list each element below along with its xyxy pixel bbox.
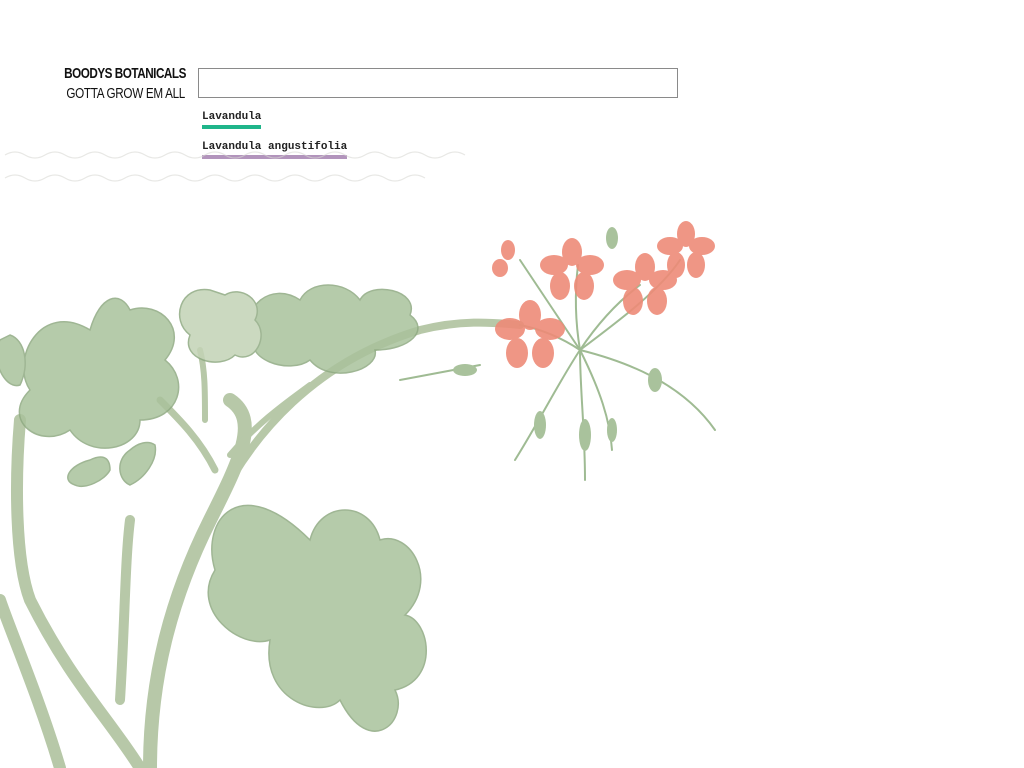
suggestion-item[interactable]: Lavandula	[202, 110, 262, 129]
geranium-flowers	[492, 221, 715, 368]
search-input[interactable]	[198, 68, 678, 98]
faint-script-text	[4, 151, 466, 182]
botanical-illustration	[0, 151, 716, 768]
brand-tagline: GOTTA GROW EM ALL	[66, 85, 185, 102]
brand-block: BOODYS BOTANICALS GOTTA GROW EM ALL	[30, 64, 186, 104]
brand-title: BOODYS BOTANICALS	[64, 65, 186, 82]
